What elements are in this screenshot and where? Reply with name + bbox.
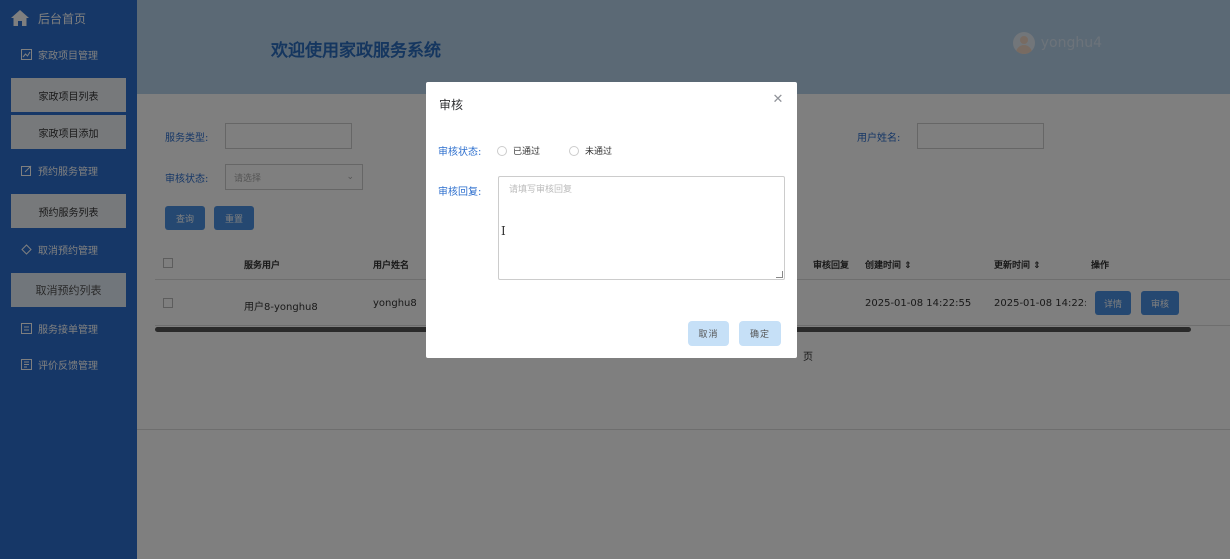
review-reply-textarea[interactable]: 请填写审核回复 — [498, 176, 785, 280]
cancel-button[interactable]: 取消 — [688, 321, 729, 346]
radio-rejected[interactable]: 未通过 — [569, 144, 612, 157]
resize-handle-icon[interactable] — [776, 271, 783, 278]
review-status-field-label: 审核状态: — [438, 147, 482, 158]
radio-approved[interactable]: 已通过 — [497, 144, 540, 157]
text-cursor-icon: I — [501, 224, 506, 238]
dialog-title: 审核 — [439, 98, 464, 112]
radio-rejected-label: 未通过 — [585, 147, 613, 157]
radio-approved-label: 已通过 — [513, 147, 541, 157]
review-dialog: 审核 ✕ 审核状态: 已通过 未通过 审核回复: 请填写审核回复 I 取消 确定 — [426, 82, 797, 358]
textarea-placeholder: 请填写审核回复 — [509, 185, 573, 195]
review-reply-field-label: 审核回复: — [438, 187, 482, 198]
radio-circle — [497, 145, 507, 156]
close-icon[interactable]: ✕ — [772, 93, 784, 106]
confirm-button[interactable]: 确定 — [739, 321, 781, 346]
radio-circle — [569, 145, 579, 156]
